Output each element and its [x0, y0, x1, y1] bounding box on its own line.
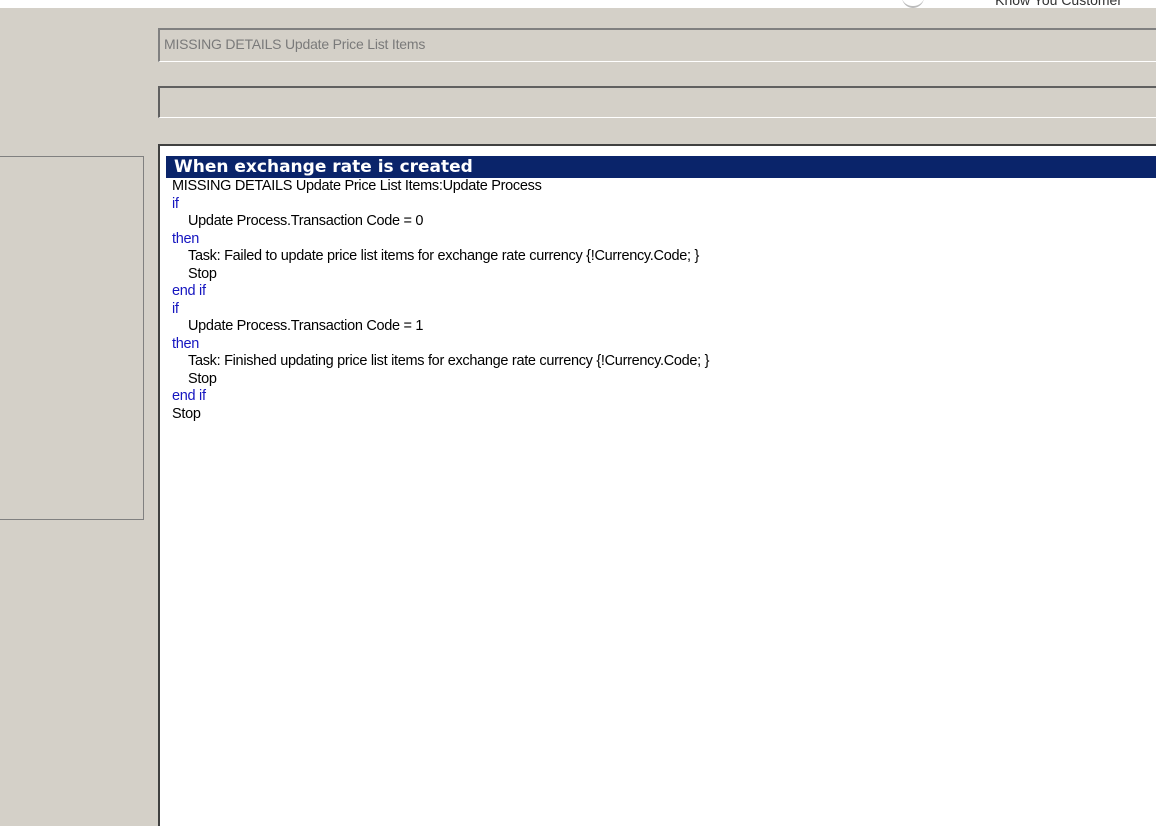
code-keyword[interactable]: then [160, 231, 1156, 249]
code-keyword[interactable]: end if [160, 283, 1156, 301]
code-line[interactable]: Update Process.Transaction Code = 0 [160, 213, 1156, 231]
code-line[interactable]: Stop [160, 371, 1156, 389]
left-side-panel [0, 156, 144, 520]
code-keyword[interactable]: then [160, 336, 1156, 354]
logo-swoosh-icon [902, 0, 924, 8]
code-keyword[interactable]: end if [160, 388, 1156, 406]
code-line[interactable]: Task: Finished updating price list items… [160, 353, 1156, 371]
code-keyword[interactable]: if [160, 196, 1156, 214]
code-line[interactable]: Task: Failed to update price list items … [160, 248, 1156, 266]
code-line[interactable]: Update Process.Transaction Code = 1 [160, 318, 1156, 336]
code-line[interactable]: Stop [160, 406, 1156, 424]
top-banner: Know You Customer [0, 0, 1156, 8]
rule-description-field[interactable] [158, 86, 1156, 118]
rule-title-header[interactable]: When exchange rate is created [166, 156, 1156, 178]
rule-name-field[interactable]: MISSING DETAILS Update Price List Items [158, 28, 1156, 62]
code-keyword[interactable]: if [160, 301, 1156, 319]
rule-editor[interactable]: When exchange rate is created MISSING DE… [158, 144, 1156, 826]
code-line[interactable]: Stop [160, 266, 1156, 284]
code-line[interactable]: MISSING DETAILS Update Price List Items:… [160, 178, 1156, 196]
corner-caption: Know You Customer [995, 0, 1122, 8]
